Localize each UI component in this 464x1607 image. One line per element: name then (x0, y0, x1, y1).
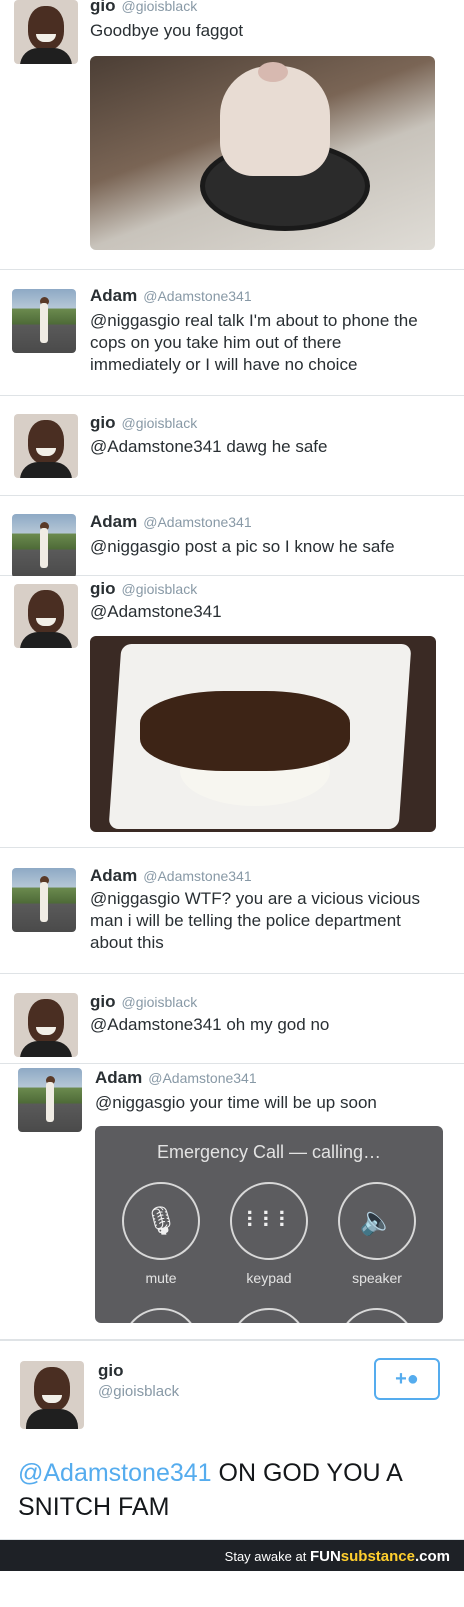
tweet-author-handle[interactable]: @gioisblack (98, 1381, 179, 1403)
mic-off-icon: 🎙 (143, 1205, 179, 1236)
avatar[interactable] (12, 514, 76, 578)
tweet-photo[interactable] (90, 56, 435, 250)
tweet[interactable]: Adam @Adamstone341 @niggasgio real talk I… (0, 270, 464, 396)
avatar[interactable] (20, 1361, 84, 1429)
tweet[interactable]: Adam @Adamstone341 @niggasgio WTF? you ar… (0, 848, 464, 974)
speaker-button[interactable]: 🔈 (338, 1182, 416, 1260)
add-user-icon: +● (395, 1368, 419, 1390)
tweet-text: Goodbye you faggot (90, 21, 244, 40)
keypad-icon: ⠇⠇⠇ (244, 1208, 294, 1233)
tweet[interactable]: gio @gioisblack @Adamstone341 (0, 576, 464, 848)
tweet-author[interactable]: Adam @Adamstone341 (90, 512, 252, 532)
tweet-text: @Adamstone341 (90, 602, 222, 621)
call-status: Emergency Call — calling… (156, 1142, 382, 1162)
mention-link[interactable]: @Adamstone341 (18, 1459, 212, 1487)
keypad-label: keypad (246, 1270, 292, 1286)
keypad-button[interactable]: ⠇⠇⠇ (230, 1182, 308, 1260)
tweet-author[interactable]: gio @gioisblack (90, 413, 197, 433)
tweet-photo[interactable] (90, 636, 436, 832)
avatar[interactable] (14, 414, 78, 478)
tweet[interactable]: gio @gioisblack @Adamstone341 oh my god n… (0, 974, 464, 1064)
tweet-author[interactable]: Adam @Adamstone341 (90, 286, 252, 306)
call-button[interactable] (338, 1308, 416, 1323)
watermark-text: Stay awake at FUNsubstance.com (224, 1548, 450, 1565)
mute-button[interactable]: 🎙 (122, 1182, 200, 1260)
avatar[interactable] (14, 993, 78, 1057)
brand-logo: FUNsubstance.com (309, 1548, 450, 1565)
tweet-text: @niggasgio post a pic so I know he safe (90, 537, 395, 556)
avatar[interactable] (12, 868, 76, 932)
tweet-text: @Adamstone341 oh my god no (90, 1015, 330, 1034)
avatar[interactable] (12, 289, 76, 353)
tweet-author-name[interactable]: gio (98, 1361, 124, 1381)
call-screen: Emergency Call — calling… 🎙 ⠇⠇⠇ 🔈 mute k… (95, 1126, 443, 1323)
watermark-bar: Stay awake at FUNsubstance.com (0, 1540, 464, 1571)
tweet-text: @niggasgio real talk I'm about to phone … (90, 311, 418, 374)
avatar[interactable] (14, 0, 78, 64)
mute-label: mute (145, 1270, 177, 1286)
tweet-text: @niggasgio WTF? you are a vicious viciou… (90, 889, 421, 952)
tweet[interactable]: gio @gioisblack @Adamstone341 dawg he saf… (0, 396, 464, 496)
call-button[interactable] (230, 1308, 308, 1323)
tweet-text: @Adamstone341 dawg he safe (90, 437, 328, 456)
tweet-author[interactable]: gio @gioisblack (90, 992, 197, 1012)
tweet-author[interactable]: Adam @Adamstone341 (95, 1068, 257, 1088)
speaker-label: speaker (352, 1270, 402, 1286)
tweet-text: @Adamstone341 ON GOD YOU A SNITCH FAM (18, 1459, 402, 1521)
tweet-author[interactable]: gio @gioisblack (90, 0, 197, 16)
speaker-icon: 🔈 (359, 1205, 395, 1236)
avatar[interactable] (14, 584, 78, 648)
tweet[interactable]: Adam @Adamstone341 @niggasgio post a pic … (0, 496, 464, 578)
tweet-author[interactable]: Adam @Adamstone341 (90, 866, 252, 886)
avatar[interactable] (18, 1068, 82, 1132)
follow-button[interactable]: +● (374, 1358, 440, 1400)
tweet[interactable]: gio @gioisblack Goodbye you faggot (0, 0, 464, 270)
tweet-author[interactable]: gio @gioisblack (90, 579, 197, 599)
call-button[interactable] (122, 1308, 200, 1323)
tweet-text: @niggasgio your time will be up soon (95, 1093, 377, 1112)
